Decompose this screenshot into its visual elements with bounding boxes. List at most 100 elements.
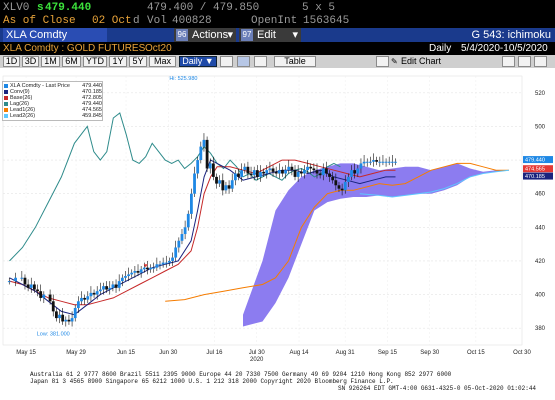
candle-body <box>183 227 187 235</box>
x-tick-label: May 29 <box>66 350 86 356</box>
candle-body <box>387 161 391 163</box>
candle-body <box>98 289 102 292</box>
candle-body <box>240 170 244 177</box>
candle-body <box>233 173 237 181</box>
candle-body <box>208 163 212 169</box>
chart-toolbar: 1D 3D 1M 6M YTD 1Y 5Y Max Daily ▼ Table … <box>0 55 555 68</box>
range-5y-button[interactable]: 5Y <box>129 56 147 67</box>
candle-body <box>42 294 46 298</box>
interval-dropdown[interactable]: Daily ▼ <box>179 56 217 67</box>
candle-body <box>277 170 281 174</box>
candle-body <box>315 170 319 174</box>
candle-body <box>161 262 165 265</box>
candle-body <box>196 160 200 174</box>
candle-body <box>303 170 306 174</box>
candle-body <box>146 267 149 270</box>
candle-body <box>102 286 105 290</box>
security-description: XLA Comdty : GOLD FUTURES <box>3 43 146 54</box>
y-tick-label: 380 <box>535 326 546 332</box>
candle-body <box>293 170 297 177</box>
legend-swatch-base <box>4 96 8 100</box>
candle-body <box>252 170 256 176</box>
candle-body <box>48 294 52 302</box>
candle-body <box>92 292 96 295</box>
range-1d-button[interactable]: 1D <box>3 56 20 67</box>
y-tick-label: 420 <box>535 259 546 265</box>
date-range[interactable]: 5/4/2020-10/5/2020 <box>461 42 548 55</box>
quote-ticker: XLV0 <box>3 2 30 14</box>
chart-type-candle-icon[interactable] <box>254 56 267 67</box>
contract-label: Oct20 <box>145 43 172 54</box>
candle-body <box>224 185 228 191</box>
candle-body <box>350 170 353 177</box>
x-tick-label: Jun 15 <box>117 350 136 356</box>
x-tick-label: May 15 <box>16 350 36 356</box>
candle-body <box>268 168 272 171</box>
zoom-icon[interactable] <box>518 56 531 67</box>
candle-body <box>328 173 331 177</box>
chart-type-bar-icon[interactable] <box>237 56 250 67</box>
candle-body <box>199 146 203 161</box>
chart-type-line-icon[interactable] <box>220 56 233 67</box>
candle-body <box>274 171 278 174</box>
footer-contacts-line-1: Australia 61 2 9777 8600 Brazil 5511 239… <box>30 371 452 378</box>
range-3d-button[interactable]: 3D <box>22 56 39 67</box>
candle-body <box>120 277 124 282</box>
x-tick-label: Oct 15 <box>467 350 485 356</box>
edit-chart-button[interactable]: Edit Chart <box>401 56 441 67</box>
function-bar: XLA Comdty 96 Actions ▾ 97 Edit ▾ G 543:… <box>0 28 555 42</box>
legend-item-lead2[interactable]: Lead2(26) 459.845 <box>4 113 103 119</box>
candle-body <box>230 180 234 189</box>
candle-body <box>309 166 313 169</box>
legend-swatch-lag <box>4 102 8 106</box>
candle-body <box>14 277 17 282</box>
candle-body <box>186 213 190 228</box>
candle-body <box>296 171 300 177</box>
candle-body <box>390 161 394 163</box>
candle-body <box>394 161 397 163</box>
candle-body <box>321 168 325 176</box>
candle-body <box>111 284 115 288</box>
candle-body <box>290 166 294 171</box>
candle-body <box>108 287 112 290</box>
help-icon[interactable] <box>534 56 547 67</box>
candle-body <box>67 319 71 322</box>
range-max-button[interactable]: Max <box>149 56 176 67</box>
candle-body <box>83 297 87 300</box>
candle-body <box>54 311 58 319</box>
edit-menu-arrow-icon: ▾ <box>292 29 298 41</box>
y-tick-label: 500 <box>535 124 546 130</box>
quote-close-suffix: d <box>133 15 140 27</box>
annotate-icon[interactable] <box>376 56 389 67</box>
candle-body <box>7 281 11 283</box>
candle-body <box>346 176 350 182</box>
range-1y-button[interactable]: 1Y <box>109 56 127 67</box>
candle-body <box>142 267 146 270</box>
candle-body <box>353 170 357 174</box>
candle-body <box>337 185 341 189</box>
edit-menu-button[interactable]: 97 Edit ▾ <box>239 28 301 42</box>
quote-close-label: As of Close <box>3 15 76 27</box>
candle-body <box>318 173 322 176</box>
candle-body <box>249 173 253 176</box>
chart-legend[interactable]: XLA Comdty - Last Price 479.440 Conv(9) … <box>2 81 103 121</box>
candle-body <box>243 166 247 171</box>
range-6m-button[interactable]: 6M <box>62 56 81 67</box>
actions-menu-button[interactable]: 96 Actions ▾ <box>174 28 236 42</box>
range-1m-button[interactable]: 1M <box>41 56 60 67</box>
x-tick-label: Aug 14 <box>290 350 310 356</box>
settings-icon[interactable] <box>502 56 515 67</box>
candle-body <box>189 193 193 214</box>
candle-body <box>359 163 363 169</box>
security-field[interactable]: XLA Comdty <box>3 28 108 42</box>
table-button[interactable]: Table <box>274 56 316 67</box>
annotation-low: Low: 381.000 <box>37 332 70 338</box>
candle-body <box>287 166 291 171</box>
annotation-hi: Hi: 525.980 <box>169 76 197 82</box>
candle-body <box>105 286 109 290</box>
candle-body <box>271 168 275 172</box>
footer: Australia 61 2 9777 8600 Brazil 5511 239… <box>0 370 555 400</box>
range-ytd-button[interactable]: YTD <box>83 56 107 67</box>
candle-body <box>365 161 369 163</box>
candle-body <box>205 139 209 169</box>
